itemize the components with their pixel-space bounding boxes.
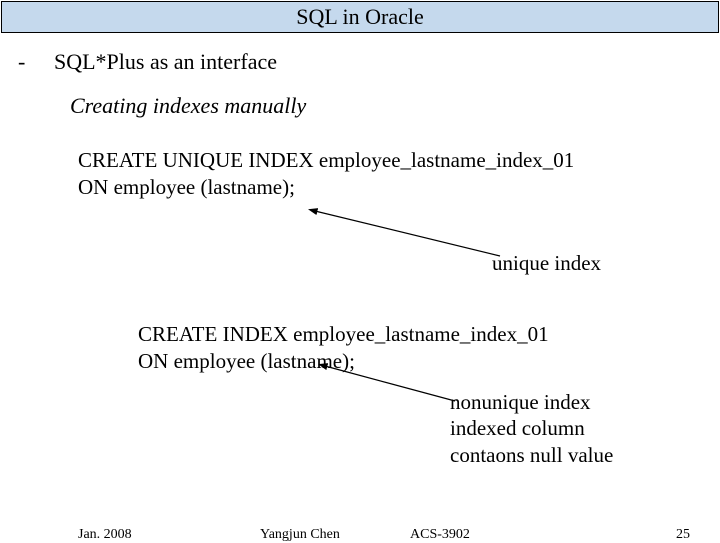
annotation2-line3: contaons null value	[450, 442, 613, 468]
annotation2-line2: indexed column	[450, 415, 613, 441]
footer-date: Jan. 2008	[78, 527, 132, 543]
footer-page: 25	[676, 527, 690, 543]
annotation-nonunique: nonunique index indexed column contaons …	[450, 389, 613, 468]
footer-author: Yangjun Chen	[260, 527, 340, 543]
annotation2-line1: nonunique index	[450, 389, 613, 415]
footer-course: ACS-3902	[410, 527, 470, 543]
